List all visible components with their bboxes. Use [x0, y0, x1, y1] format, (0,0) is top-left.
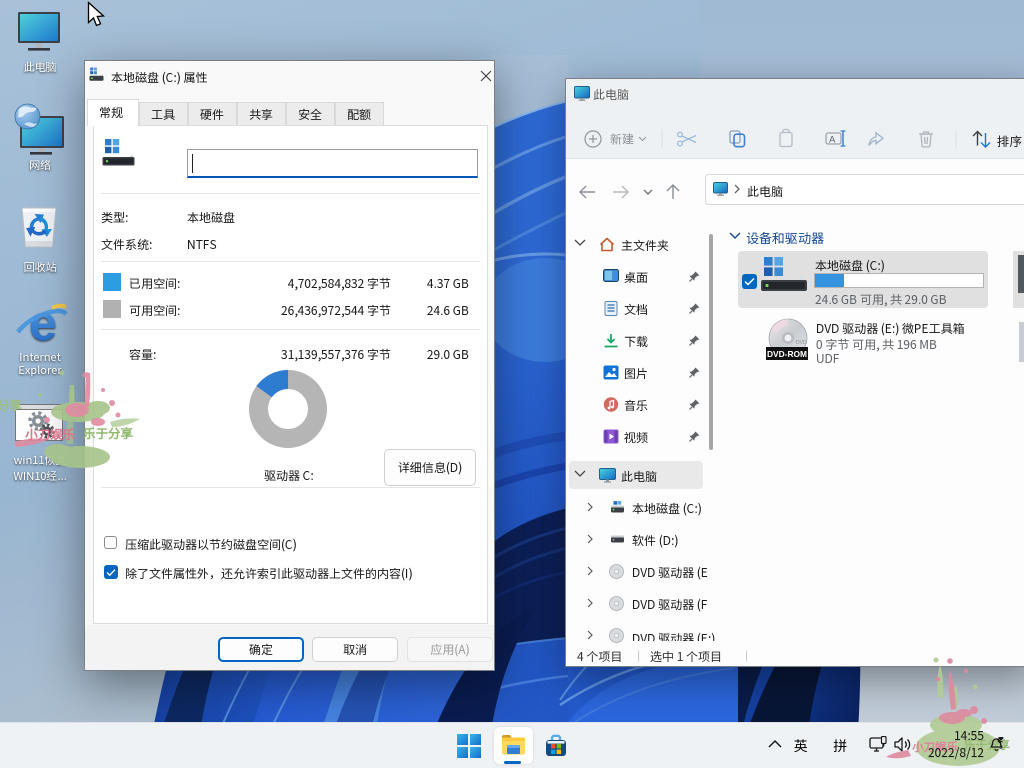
svg-text:乐于分享: 乐于分享	[83, 423, 134, 442]
svg-text:A: A	[829, 135, 836, 146]
svg-text:e: e	[29, 295, 57, 349]
svg-text:小刀娱乐: 小刀娱乐	[25, 424, 76, 443]
svg-text:乐于分享: 乐于分享	[0, 395, 23, 414]
svg-text:新建: 新建	[610, 131, 634, 148]
